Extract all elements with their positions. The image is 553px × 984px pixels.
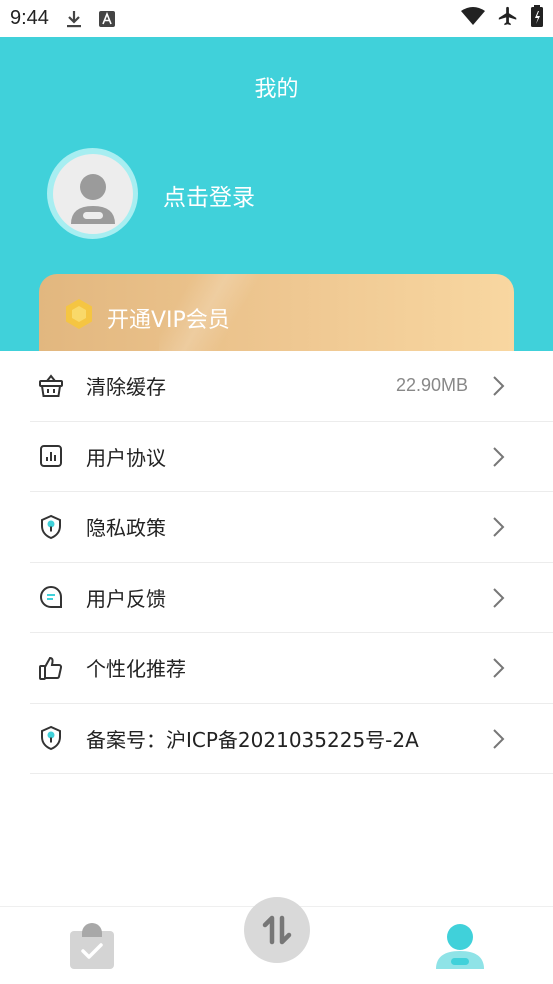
menu-item-icp-record[interactable]: 备案号：沪ICP备2021035225号-2A (30, 704, 553, 774)
default-avatar-icon (52, 153, 133, 234)
airplane-icon (497, 5, 519, 32)
menu-item-clear-cache[interactable]: 清除缓存 22.90MB (30, 351, 553, 422)
clipboard-check-icon[interactable] (68, 923, 116, 975)
menu-item-label: 备案号：沪ICP备2021035225号-2A (86, 727, 419, 752)
vip-label: 开通VIP会员 (107, 308, 230, 333)
thumbs-up-icon (38, 655, 64, 681)
menu-item-label: 隐私政策 (86, 516, 166, 541)
chevron-right-icon (491, 657, 505, 683)
font-a-icon (98, 10, 115, 27)
menu-item-personalized-recommendation[interactable]: 个性化推荐 (30, 633, 553, 704)
swap-arrows-icon[interactable] (244, 897, 310, 963)
settings-menu: 清除缓存 22.90MB 用户协议 隐私政策 用户反馈 个性化推荐 备案号：沪I… (0, 351, 553, 774)
profile-icon[interactable] (434, 921, 486, 975)
chevron-right-icon (491, 587, 505, 613)
status-time: 9:44 (10, 7, 49, 29)
page-title: 我的 (254, 77, 299, 102)
wifi-icon (461, 7, 485, 30)
avatar[interactable] (47, 148, 138, 239)
login-link[interactable]: 点击登录 (163, 178, 255, 212)
vip-hexagon-icon (63, 298, 95, 334)
profile-header: 我的 点击登录 开通VIP会员 (0, 37, 553, 364)
menu-item-feedback[interactable]: 用户反馈 (30, 563, 553, 633)
chevron-right-icon (491, 375, 505, 401)
status-bar: 9:44 (0, 0, 553, 37)
menu-item-user-agreement[interactable]: 用户协议 (30, 422, 553, 492)
bottom-nav (0, 897, 553, 984)
download-icon (65, 9, 83, 29)
menu-item-label: 清除缓存 (86, 375, 166, 400)
chat-bubble-icon (38, 584, 64, 610)
menu-item-label: 用户协议 (86, 445, 166, 470)
basket-icon (38, 373, 64, 399)
menu-item-label: 个性化推荐 (86, 657, 186, 682)
chevron-right-icon (491, 516, 505, 542)
battery-icon (531, 5, 543, 32)
cache-size: 22.90MB (395, 375, 468, 396)
chart-doc-icon (38, 443, 64, 469)
chevron-right-icon (491, 728, 505, 754)
chevron-right-icon (491, 446, 505, 472)
menu-item-privacy-policy[interactable]: 隐私政策 (30, 492, 553, 563)
menu-item-label: 用户反馈 (86, 586, 166, 611)
shield-key-icon (38, 725, 64, 751)
shield-key-icon (38, 514, 64, 540)
